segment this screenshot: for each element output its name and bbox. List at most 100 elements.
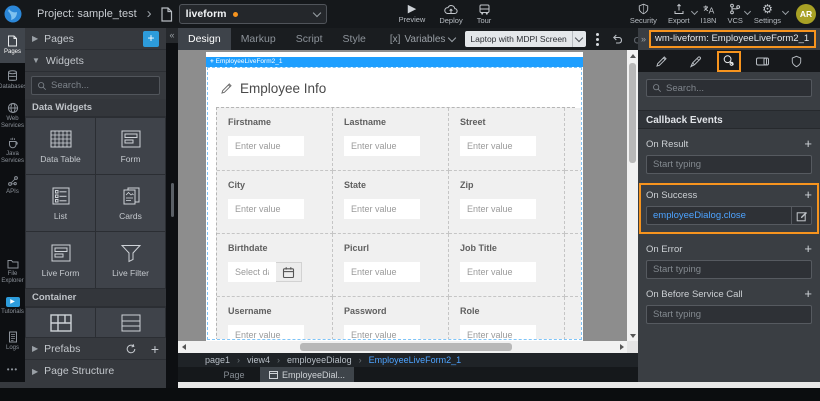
field-input[interactable] — [344, 325, 420, 340]
form-field-street[interactable]: Street — [449, 108, 565, 171]
tab-style[interactable]: Style — [333, 28, 376, 50]
widget-tile-data-table[interactable]: Data Table — [26, 118, 95, 174]
field-input[interactable] — [460, 325, 536, 340]
field-input[interactable] — [228, 262, 276, 282]
add-event-icon[interactable]: + — [804, 138, 812, 150]
scroll-down-arrow[interactable] — [627, 330, 638, 341]
form-field-zip[interactable]: Zip — [449, 171, 565, 234]
properties-search-input[interactable] — [666, 83, 786, 94]
form-field-picurl[interactable]: Picurl — [333, 234, 449, 297]
undo-icon[interactable] — [611, 33, 624, 45]
scroll-up-arrow[interactable] — [627, 50, 638, 61]
refresh-icon[interactable] — [125, 343, 137, 355]
add-event-icon[interactable]: + — [804, 288, 812, 300]
rail-item-java-services[interactable]: Java Services — [0, 133, 25, 168]
canvas-vertical-scrollbar[interactable] — [627, 50, 638, 341]
on-result-input[interactable] — [646, 155, 812, 174]
form-field-username[interactable]: Username — [217, 297, 333, 340]
tab-design[interactable]: Design — [178, 28, 231, 50]
security-tab-shield-icon[interactable] — [784, 50, 810, 72]
field-input[interactable] — [344, 262, 420, 282]
on-error-input[interactable] — [646, 260, 812, 279]
form-field-birthdate[interactable]: Birthdate — [217, 234, 333, 297]
design-canvas[interactable]: + EmployeeLiveForm2_1 Employee Info Fi — [178, 50, 638, 353]
add-prefab-button[interactable]: + — [151, 341, 159, 357]
selected-widget-bar[interactable]: + EmployeeLiveForm2_1 — [206, 57, 583, 67]
tab-script[interactable]: Script — [286, 28, 333, 50]
breadcrumb-view4[interactable]: view4 — [247, 355, 270, 365]
widgets-section-header[interactable]: ▼ Widgets — [25, 50, 166, 72]
vcs-button[interactable]: VCS — [727, 3, 742, 25]
tab-employee-dialog[interactable]: EmployeeDial... — [260, 367, 354, 382]
tab-page[interactable]: Page — [208, 367, 260, 382]
events-tab-search-gear-icon[interactable] — [717, 51, 741, 72]
rail-item-file-explorer[interactable]: File Explorer — [0, 254, 25, 289]
page-selector-dropdown[interactable]: liveform — [179, 4, 327, 24]
tour-button[interactable]: Tour — [477, 4, 492, 25]
tab-markup[interactable]: Markup — [231, 28, 286, 50]
settings-button[interactable]: ⚙ Settings — [754, 3, 781, 25]
rail-item-pages[interactable]: Pages — [0, 28, 25, 63]
more-options-kebab-icon[interactable] — [596, 33, 599, 46]
variables-button[interactable]: [x] Variables — [390, 34, 456, 45]
add-event-icon[interactable]: + — [804, 243, 812, 255]
collapse-left-panel-button[interactable]: « — [166, 28, 178, 43]
vertical-scroll-thumb[interactable] — [629, 63, 636, 163]
form-field-role[interactable]: Role — [449, 297, 565, 340]
form-field-city[interactable]: City — [217, 171, 333, 234]
collapse-right-panel-button[interactable]: » — [638, 34, 649, 44]
field-input[interactable] — [228, 199, 304, 219]
widget-tile-list[interactable]: List — [26, 175, 95, 231]
field-input[interactable] — [228, 325, 304, 340]
field-input[interactable] — [344, 136, 420, 156]
preview-button[interactable]: ▶ Preview — [399, 4, 426, 25]
deploy-button[interactable]: Deploy — [439, 4, 462, 25]
canvas-horizontal-scrollbar[interactable] — [178, 341, 627, 353]
rail-item-tutorials[interactable]: ▶ Tutorials — [0, 289, 25, 324]
widget-tile-live-form[interactable]: Live Form — [26, 232, 95, 288]
security-button[interactable]: Security — [630, 3, 657, 25]
edit-event-button[interactable] — [791, 207, 811, 224]
breadcrumb-page1[interactable]: page1 — [205, 355, 230, 365]
properties-search-box[interactable] — [646, 79, 812, 97]
user-avatar[interactable]: AR — [796, 4, 816, 24]
widget-search-box[interactable] — [31, 76, 160, 95]
export-button[interactable]: Export — [668, 3, 690, 25]
rail-overflow-button[interactable]: ••• — [7, 359, 18, 382]
field-input[interactable] — [460, 136, 536, 156]
horizontal-scroll-thumb[interactable] — [300, 343, 512, 351]
calendar-button[interactable] — [276, 262, 302, 282]
on-before-service-call-input[interactable] — [646, 305, 812, 324]
widget-tile-panel[interactable] — [96, 308, 165, 337]
form-field-lastname[interactable]: Lastname — [333, 108, 449, 171]
device-tab-icon[interactable] — [749, 50, 775, 72]
form-field-jobtitle[interactable]: Job Title — [449, 234, 565, 297]
widget-search-input[interactable] — [51, 80, 151, 91]
rail-item-databases[interactable]: Databases — [0, 63, 25, 98]
add-page-button[interactable]: + — [143, 31, 159, 47]
breadcrumb-employeeliveform[interactable]: EmployeeLiveForm2_1 — [369, 355, 462, 365]
form-field-password[interactable]: Password — [333, 297, 449, 340]
on-success-value[interactable]: employeeDialog.close — [647, 207, 791, 224]
field-input[interactable] — [460, 199, 536, 219]
widget-tile-grid-layout[interactable] — [26, 308, 95, 337]
widget-tile-live-filter[interactable]: Live Filter — [96, 232, 165, 288]
rail-item-logs[interactable]: Logs — [0, 324, 25, 359]
prefabs-section-header[interactable]: ▶ Prefabs + — [25, 338, 166, 360]
device-selector-dropdown[interactable]: Laptop with MDPI Screen — [465, 31, 585, 47]
page-structure-section-header[interactable]: ▶ Page Structure — [25, 360, 166, 382]
field-input[interactable] — [228, 136, 304, 156]
field-input[interactable] — [344, 199, 420, 219]
rail-item-apis[interactable]: APIs — [0, 168, 25, 203]
form-field-firstname[interactable]: Firstname — [217, 108, 333, 171]
breadcrumb-employeedialog[interactable]: employeeDialog — [287, 355, 352, 365]
field-input[interactable] — [460, 262, 536, 282]
panel-resize-handle[interactable] — [171, 183, 174, 217]
i18n-button[interactable]: A I18N — [701, 3, 717, 25]
widget-tile-form[interactable]: Form — [96, 118, 165, 174]
liveform-widget[interactable]: Employee Info Firstname Lastname — [207, 67, 582, 340]
styles-tab-brush-icon[interactable] — [683, 50, 709, 72]
form-field-state[interactable]: State — [333, 171, 449, 234]
add-event-icon[interactable]: + — [804, 189, 812, 201]
scroll-right-arrow[interactable] — [616, 341, 627, 353]
